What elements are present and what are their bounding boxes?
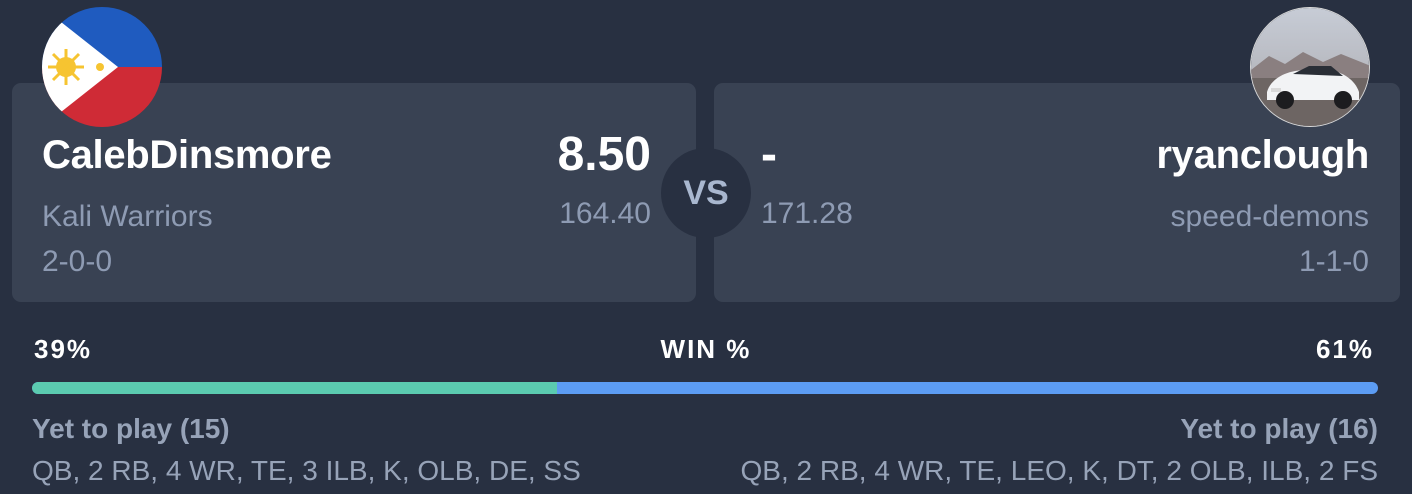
win-percent-label: WIN % xyxy=(660,334,752,364)
home-projected-score: 164.40 xyxy=(559,197,651,230)
philippines-flag-icon xyxy=(42,7,162,127)
away-user-name[interactable]: ryanclough xyxy=(1156,133,1369,177)
away-yet-to-play: Yet to play (16) xyxy=(1180,413,1378,444)
home-yet-to-play: Yet to play (15) xyxy=(32,413,230,444)
away-projected-score: 171.28 xyxy=(761,197,853,230)
away-remaining-positions: QB, 2 RB, 4 WR, TE, LEO, K, DT, 2 OLB, I… xyxy=(740,455,1378,486)
home-record: 2-0-0 xyxy=(42,245,113,278)
home-score: 8.50 xyxy=(557,128,651,181)
vs-badge: VS xyxy=(661,148,751,238)
sports-car-photo-icon xyxy=(1251,8,1369,126)
home-avatar[interactable] xyxy=(42,7,162,127)
home-win-probability-fill xyxy=(32,382,557,394)
home-team-name: Kali Warriors xyxy=(42,200,213,233)
home-remaining-positions: QB, 2 RB, 4 WR, TE, 3 ILB, K, OLB, DE, S… xyxy=(32,455,581,486)
away-avatar[interactable] xyxy=(1250,7,1370,127)
away-win-percent: 61% xyxy=(1315,334,1374,364)
away-team-name: speed-demons xyxy=(1170,200,1369,233)
away-record: 1-1-0 xyxy=(1298,245,1369,278)
home-user-name[interactable]: CalebDinsmore xyxy=(42,133,332,177)
away-score: - xyxy=(761,128,777,181)
win-probability-bar xyxy=(32,382,1378,394)
